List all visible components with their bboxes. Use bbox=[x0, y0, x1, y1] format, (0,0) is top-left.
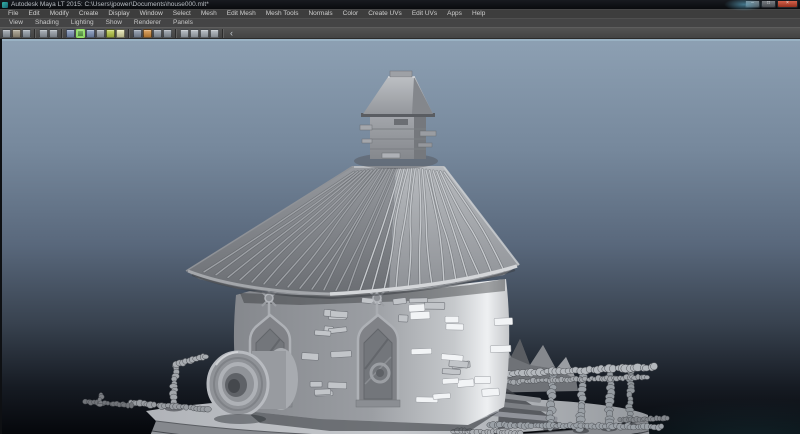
lighting-toggle-icon[interactable] bbox=[163, 28, 172, 38]
restore-button[interactable]: □ bbox=[761, 1, 776, 8]
title-bar: Autodesk Maya LT 2015: C:\Users\jpower\D… bbox=[0, 0, 800, 11]
menu-normals[interactable]: Normals bbox=[303, 10, 337, 18]
collapse-toolbar-icon[interactable]: ‹ bbox=[230, 28, 233, 38]
window-title: Autodesk Maya LT 2015: C:\Users\jpower\D… bbox=[11, 1, 209, 8]
menu-color[interactable]: Color bbox=[338, 10, 364, 18]
menu-modify[interactable]: Modify bbox=[45, 10, 74, 18]
panel-menu-shading[interactable]: Shading bbox=[29, 19, 65, 27]
menu-apps[interactable]: Apps bbox=[442, 10, 467, 18]
viewport-perspective[interactable] bbox=[0, 39, 800, 434]
menu-create-uvs[interactable]: Create UVs bbox=[363, 10, 407, 18]
save-scene-icon[interactable] bbox=[22, 28, 31, 38]
redo-icon[interactable] bbox=[49, 28, 58, 38]
menu-mesh-tools[interactable]: Mesh Tools bbox=[261, 10, 304, 18]
snap-to-grids-icon[interactable] bbox=[66, 28, 75, 38]
pinch-tool-icon[interactable] bbox=[210, 28, 219, 38]
smooth-tool-icon[interactable] bbox=[190, 28, 199, 38]
new-scene-icon[interactable] bbox=[2, 28, 11, 38]
sculpt-tool-icon[interactable] bbox=[180, 28, 189, 38]
minimize-button[interactable]: – bbox=[745, 1, 760, 8]
menu-bar: File Edit Modify Create Display Window Select M… bbox=[0, 9, 800, 18]
scene-3d bbox=[0, 39, 800, 434]
menu-edit-mesh[interactable]: Edit Mesh bbox=[222, 10, 261, 18]
panel-menu-lighting[interactable]: Lighting bbox=[65, 19, 100, 27]
texture-view-icon[interactable] bbox=[153, 28, 162, 38]
make-live-icon[interactable] bbox=[106, 28, 115, 38]
menu-display[interactable]: Display bbox=[103, 10, 134, 18]
menu-file[interactable]: File bbox=[3, 10, 23, 18]
close-button[interactable]: × bbox=[777, 1, 798, 8]
menu-select[interactable]: Select bbox=[168, 10, 196, 18]
construction-history-icon[interactable] bbox=[133, 28, 142, 38]
snap-to-curves-icon[interactable] bbox=[76, 28, 85, 38]
menu-edit-uvs[interactable]: Edit UVs bbox=[407, 10, 442, 18]
snap-to-points-icon[interactable] bbox=[86, 28, 95, 38]
panel-menu-show[interactable]: Show bbox=[100, 19, 128, 27]
menu-window[interactable]: Window bbox=[135, 10, 168, 18]
menu-edit[interactable]: Edit bbox=[23, 10, 44, 18]
panel-menu-view[interactable]: View bbox=[3, 19, 29, 27]
undo-icon[interactable] bbox=[39, 28, 48, 38]
active-view-border bbox=[0, 39, 800, 41]
maya-logo-icon bbox=[2, 1, 8, 8]
window-controls: – □ × bbox=[745, 1, 798, 8]
open-scene-icon[interactable] bbox=[12, 28, 21, 38]
panel-menu-bar: View Shading Lighting Show Renderer Panels bbox=[0, 18, 800, 27]
highlight-selection-icon[interactable] bbox=[116, 28, 125, 38]
viewport-left-edge bbox=[0, 39, 2, 434]
grab-tool-icon[interactable] bbox=[200, 28, 209, 38]
menu-help[interactable]: Help bbox=[467, 10, 490, 18]
panel-menu-renderer[interactable]: Renderer bbox=[128, 19, 167, 27]
panel-menu-panels[interactable]: Panels bbox=[167, 19, 199, 27]
status-line-toolbar: ‹ bbox=[0, 27, 800, 39]
menu-create[interactable]: Create bbox=[74, 10, 104, 18]
menu-mesh[interactable]: Mesh bbox=[196, 10, 222, 18]
snap-to-view-planes-icon[interactable] bbox=[96, 28, 105, 38]
render-settings-icon[interactable] bbox=[143, 28, 152, 38]
